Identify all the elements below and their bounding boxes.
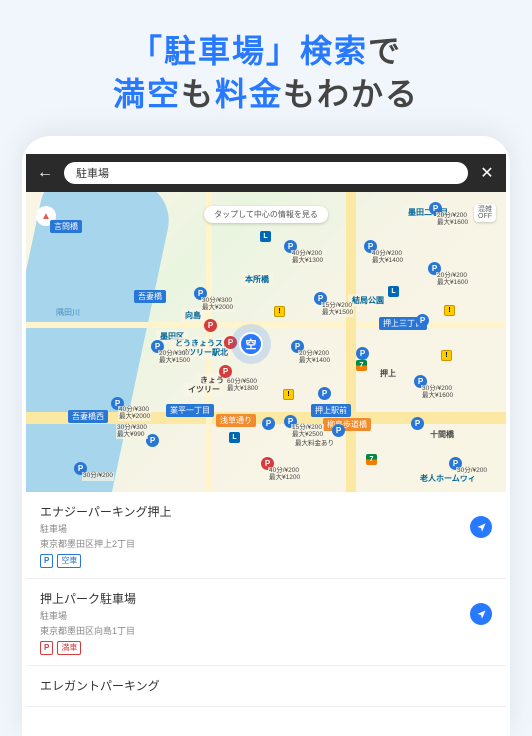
center-vacancy-badge[interactable]: 空 (239, 332, 263, 356)
close-icon[interactable]: ✕ (478, 163, 496, 183)
place-oshiage: 押上 (376, 367, 400, 380)
result-category: 駐車場 (40, 522, 492, 535)
price-label: 40分/¥200最大¥1400 (371, 250, 404, 265)
price-label: 20分/¥200最大¥1600 (436, 272, 469, 287)
layer-off-toggle[interactable]: 混雑OFF (474, 204, 496, 222)
price-label: 20分/¥200最大¥1600 (436, 212, 469, 227)
price-label: 30分/¥200 (82, 472, 114, 481)
search-bar: ← ✕ (26, 154, 506, 192)
place-azuma1: 業平一丁目 (166, 404, 214, 417)
warning-icon: ! (444, 305, 455, 316)
place-oshiage-sta: 押上駅前 (311, 404, 351, 417)
result-title: エレガントパーキング (40, 677, 492, 694)
price-label: 15分/¥200最大¥2500 (291, 424, 324, 439)
price-label: 60分/¥500最大¥1800 (226, 378, 259, 393)
result-card[interactable]: エナジーパーキング押上駐車場東京都墨田区押上2丁目 P 空車 (26, 492, 506, 579)
parking-badge: P (40, 554, 53, 568)
price-label: 40分/¥300最大¥2000 (118, 406, 151, 421)
result-card[interactable]: エレガントパーキング (26, 666, 506, 707)
warning-icon: ! (283, 389, 294, 400)
place-kototoibashi: 言問橋 (50, 220, 82, 233)
lawson-icon: L (229, 432, 240, 443)
price-label: 40分/¥200最大¥1300 (291, 250, 324, 265)
result-address: 東京都墨田区向島1丁目 (40, 624, 492, 637)
headline: 「駐車場」検索で 満空も料金もわかる (0, 0, 532, 136)
warning-icon: ! (274, 306, 285, 317)
results-list: エナジーパーキング押上駐車場東京都墨田区押上2丁目P空車押上パーク駐車場駐車場東… (26, 492, 506, 707)
parking-icon[interactable]: P (356, 347, 369, 360)
headline-keyword: 「駐車場」検索 (130, 33, 368, 69)
parking-icon[interactable]: P (262, 417, 275, 430)
price-label: 20分/¥200最大¥1400 (298, 350, 331, 365)
result-category: 駐車場 (40, 609, 492, 622)
parking-icon[interactable]: P (318, 387, 331, 400)
road (346, 192, 356, 492)
place-yanagishima: 柳島歩道橋 (323, 418, 371, 431)
parking-icon-full[interactable]: P (219, 365, 232, 378)
vacancy-badge: 空車 (57, 554, 81, 568)
map-tooltip[interactable]: タップして中心の情報を見る (204, 206, 328, 223)
lawson-icon: L (388, 286, 399, 297)
place-azumabashi-nishi: 吾妻橋西 (68, 410, 108, 423)
price-label: 最大料金あり (294, 440, 335, 449)
parking-icon[interactable]: P (411, 417, 424, 430)
place-tokanbashi: 十間橋 (426, 428, 458, 441)
headline-price: 料金 (215, 76, 283, 112)
price-label: 30分/¥200 (456, 467, 488, 476)
parking-icon[interactable]: P (332, 424, 345, 437)
result-title: 押上パーク駐車場 (40, 590, 492, 607)
price-label: 30分/¥300最大¥990 (116, 424, 148, 439)
parking-icon-full[interactable]: P (204, 319, 217, 332)
result-card[interactable]: 押上パーク駐車場駐車場東京都墨田区向島1丁目 P 満車 (26, 579, 506, 666)
warning-icon: ! (441, 350, 452, 361)
river-label: 隅田川 (56, 307, 80, 318)
seveneleven-icon: 7 (366, 454, 377, 465)
lawson-icon: L (260, 231, 271, 242)
seveneleven-icon: 7 (356, 360, 367, 371)
road (26, 322, 506, 328)
map-view[interactable]: 隅田川 ▲ 混雑OFF タップして中心の情報を見る 言問橋 吾妻橋 吾妻橋西 向… (26, 192, 506, 492)
search-input[interactable] (64, 162, 468, 184)
phone-frame: ← ✕ 隅田川 ▲ 混雑OFF タップして中心の情報を見る 言問橋 吾妻橋 吾妻… (22, 136, 510, 736)
place-asakusa-st: 浅草通り (216, 414, 256, 427)
parking-badge: P (40, 641, 53, 655)
result-address: 東京都墨田区押上2丁目 (40, 537, 492, 550)
tag-row: P 満車 (40, 641, 492, 655)
headline-vacancy: 満空 (113, 76, 181, 112)
price-label: 15分/¥200最大¥1500 (321, 302, 354, 317)
place-honjo: 本所橋 (241, 273, 273, 286)
place-azumabashi: 吾妻橋 (134, 290, 166, 303)
place-tokyosky2: イツリー (184, 383, 224, 396)
parking-icon-full[interactable]: P (224, 336, 237, 349)
back-icon[interactable]: ← (36, 164, 54, 182)
price-label: 30分/¥300最大¥2000 (201, 297, 234, 312)
result-title: エナジーパーキング押上 (40, 503, 492, 520)
price-label: 20分/¥300最大¥1500 (158, 350, 191, 365)
vacancy-badge: 満車 (57, 641, 81, 655)
price-label: 40分/¥200最大¥1200 (268, 467, 301, 482)
tag-row: P 空車 (40, 554, 492, 568)
price-label: 30分/¥200最大¥1600 (421, 385, 454, 400)
